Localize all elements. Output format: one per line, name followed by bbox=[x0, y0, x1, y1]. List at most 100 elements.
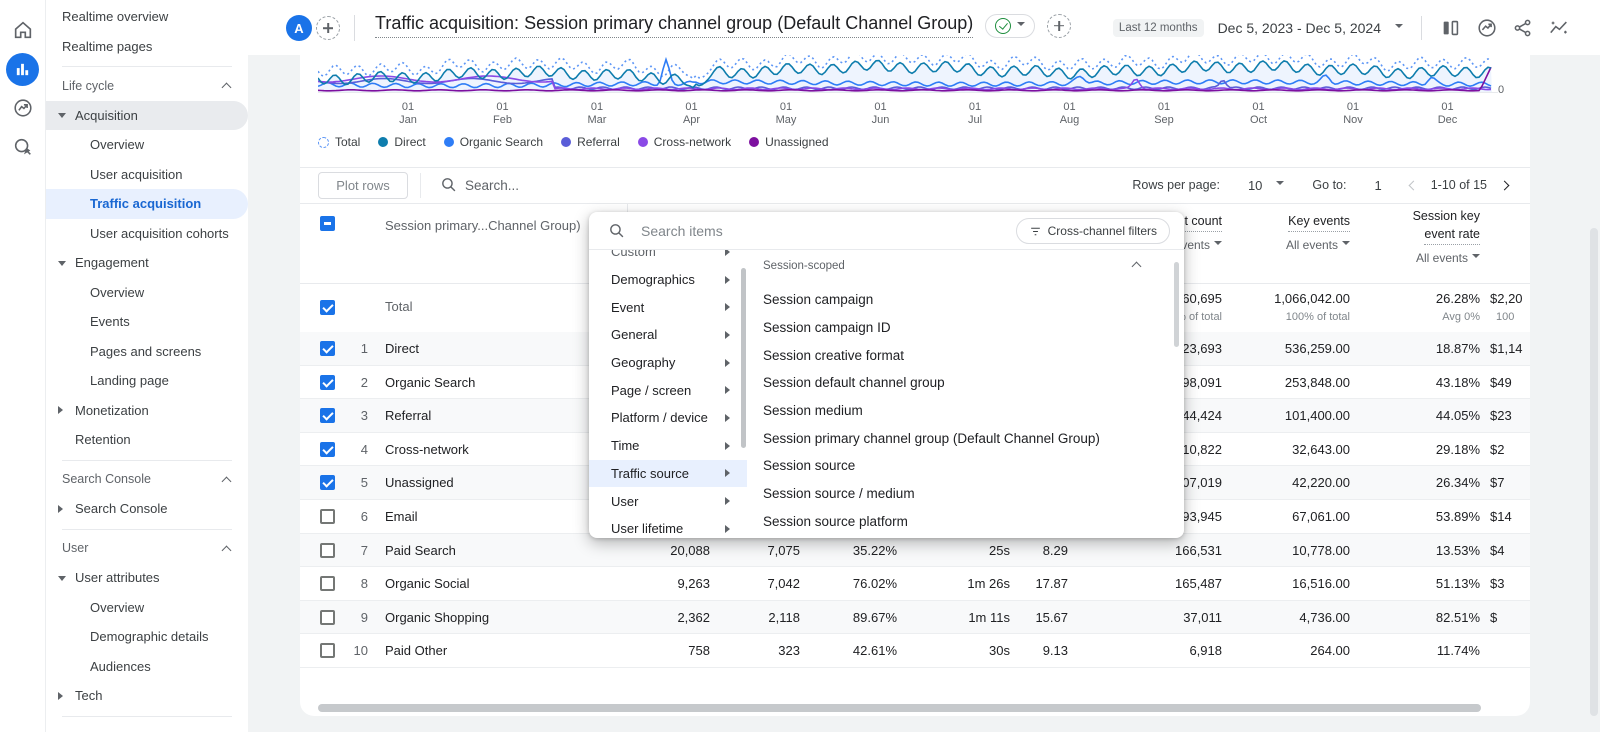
row-checkbox[interactable] bbox=[320, 610, 335, 625]
category-scrollbar[interactable] bbox=[741, 268, 746, 448]
select-all-checkbox[interactable] bbox=[320, 216, 335, 231]
sidebar-item[interactable]: Events bbox=[46, 307, 248, 337]
sidebar-item[interactable]: Pages and screens bbox=[46, 337, 248, 367]
avatar[interactable]: A bbox=[286, 15, 312, 41]
collapse-chevron-icon[interactable] bbox=[1132, 262, 1142, 272]
sidebar-item[interactable]: Audiences bbox=[46, 652, 248, 682]
table-search-input[interactable] bbox=[465, 172, 795, 198]
legend-item[interactable]: Organic Search bbox=[444, 135, 543, 149]
row-checkbox[interactable] bbox=[320, 408, 335, 423]
picker-item[interactable]: Session campaign bbox=[753, 286, 1184, 314]
vertical-scrollbar[interactable] bbox=[1590, 228, 1598, 716]
row-checkbox[interactable] bbox=[320, 375, 335, 390]
picker-item[interactable]: Session default channel group bbox=[753, 369, 1184, 397]
sidebar-item[interactable]: Life cycle bbox=[46, 71, 248, 101]
sidebar-item[interactable]: Landing page bbox=[46, 366, 248, 396]
sparkline-insights-icon[interactable] bbox=[1548, 17, 1570, 39]
next-page-icon[interactable] bbox=[1500, 180, 1510, 190]
legend-item[interactable]: Cross-network bbox=[638, 135, 731, 149]
add-report-button[interactable] bbox=[1047, 14, 1071, 38]
goto-value[interactable]: 1 bbox=[1374, 178, 1381, 193]
row-checkbox[interactable] bbox=[320, 543, 335, 558]
row-checkbox[interactable] bbox=[320, 442, 335, 457]
chevron-right-icon bbox=[725, 276, 734, 284]
plot-rows-button[interactable]: Plot rows bbox=[318, 172, 408, 199]
sidebar-item[interactable]: Engagement bbox=[46, 248, 248, 278]
picker-category[interactable]: User lifetime bbox=[589, 515, 747, 538]
picker-item[interactable]: Session creative format bbox=[753, 341, 1184, 369]
sidebar-item bbox=[46, 524, 248, 534]
dimension-header[interactable]: Session primary...Channel Group) bbox=[385, 218, 597, 233]
share-icon[interactable] bbox=[1512, 17, 1534, 39]
reports-icon[interactable] bbox=[6, 53, 39, 86]
comparison-icon[interactable] bbox=[1440, 17, 1462, 39]
sidebar-item[interactable]: Tech bbox=[46, 681, 248, 711]
sidebar-item[interactable]: Acquisition bbox=[46, 101, 248, 131]
sidebar-item-label: Pages and screens bbox=[90, 344, 201, 359]
picker-search-input[interactable] bbox=[641, 217, 1011, 245]
sidebar-item[interactable]: Search Console bbox=[46, 494, 248, 524]
picker-category[interactable]: Geography bbox=[589, 349, 747, 377]
rows-per-page-value[interactable]: 10 bbox=[1248, 178, 1262, 193]
sidebar-item[interactable]: User acquisition cohorts bbox=[46, 219, 248, 249]
cross-channel-filters-chip[interactable]: Cross-channel filters bbox=[1016, 218, 1170, 244]
sidebar-item[interactable]: Overview bbox=[46, 593, 248, 623]
picker-category[interactable]: User bbox=[589, 487, 747, 515]
page-title[interactable]: Traffic acquisition: Session primary cha… bbox=[375, 13, 973, 38]
picker-item[interactable]: Session source / medium bbox=[753, 480, 1184, 508]
sidebar-item[interactable]: Realtime pages bbox=[46, 32, 248, 62]
picker-category[interactable]: Demographics bbox=[589, 266, 747, 294]
advertising-icon[interactable] bbox=[12, 97, 34, 119]
sidebar-item-label: Audiences bbox=[90, 659, 151, 674]
x-tick: 01 Jun bbox=[861, 101, 901, 127]
row-number: 8 bbox=[346, 567, 368, 601]
sidebar-item[interactable]: Search Console bbox=[46, 465, 248, 495]
picker-category[interactable]: Platform / device bbox=[589, 404, 747, 432]
sidebar-item[interactable]: Overview bbox=[46, 130, 248, 160]
date-range-picker[interactable]: Dec 5, 2023 - Dec 5, 2024 bbox=[1218, 20, 1381, 36]
sidebar-item[interactable]: Overview bbox=[46, 278, 248, 308]
horizontal-scrollbar[interactable] bbox=[318, 704, 1481, 712]
legend-item[interactable]: Unassigned bbox=[749, 135, 828, 149]
sidebar-item[interactable]: Traffic acquisition bbox=[46, 189, 248, 219]
column-header-session-key-event-rate[interactable]: Session key event rate All events bbox=[1360, 207, 1480, 265]
picker-item[interactable]: Session campaign ID bbox=[753, 314, 1184, 342]
row-checkbox[interactable] bbox=[320, 341, 335, 356]
column-header-key-events[interactable]: Key events All events bbox=[1228, 212, 1350, 252]
total-checkbox[interactable] bbox=[320, 300, 335, 315]
row-checkbox[interactable] bbox=[320, 576, 335, 591]
row-checkbox[interactable] bbox=[320, 643, 335, 658]
add-comparison-button[interactable] bbox=[316, 16, 340, 40]
sidebar-item[interactable]: Realtime overview bbox=[46, 2, 248, 32]
picker-category[interactable]: Page / screen bbox=[589, 376, 747, 404]
picker-category[interactable]: General bbox=[589, 321, 747, 349]
row-checkbox[interactable] bbox=[320, 475, 335, 490]
picker-item[interactable]: Session source bbox=[753, 452, 1184, 480]
sidebar-item[interactable]: Monetization bbox=[46, 396, 248, 426]
explore-icon[interactable] bbox=[12, 136, 34, 158]
picker-category[interactable]: Traffic source bbox=[589, 460, 747, 488]
row-checkbox[interactable] bbox=[320, 509, 335, 524]
picker-item[interactable]: Session primary channel group (Default C… bbox=[753, 424, 1184, 452]
picker-item[interactable]: Session source platform bbox=[753, 508, 1184, 536]
picker-item[interactable]: Session medium bbox=[753, 397, 1184, 425]
sidebar-item[interactable]: Demographic details bbox=[46, 622, 248, 652]
picker-category[interactable]: Time bbox=[589, 432, 747, 460]
legend-item[interactable]: Referral bbox=[561, 135, 620, 149]
sidebar-item[interactable]: User attributes bbox=[46, 563, 248, 593]
events-per-session-value: 9.13 bbox=[990, 634, 1068, 668]
home-icon[interactable] bbox=[12, 19, 34, 41]
legend-item[interactable]: Direct bbox=[378, 135, 425, 149]
sidebar: Realtime overview Realtime pages Life cy… bbox=[46, 0, 248, 732]
picker-category[interactable]: Event bbox=[589, 293, 747, 321]
insights-icon[interactable] bbox=[1476, 17, 1498, 39]
report-status-badge[interactable] bbox=[985, 14, 1035, 38]
items-scrollbar[interactable] bbox=[1174, 262, 1179, 347]
sidebar-item[interactable]: User bbox=[46, 534, 248, 564]
legend-item[interactable]: Total bbox=[318, 135, 360, 149]
expand-arrow-icon bbox=[58, 576, 66, 585]
sidebar-item[interactable]: User acquisition bbox=[46, 160, 248, 190]
sidebar-item[interactable]: Retention bbox=[46, 425, 248, 455]
picker-category[interactable]: Custom bbox=[589, 250, 747, 266]
key-event-rate-value: 13.53% bbox=[1380, 534, 1480, 568]
